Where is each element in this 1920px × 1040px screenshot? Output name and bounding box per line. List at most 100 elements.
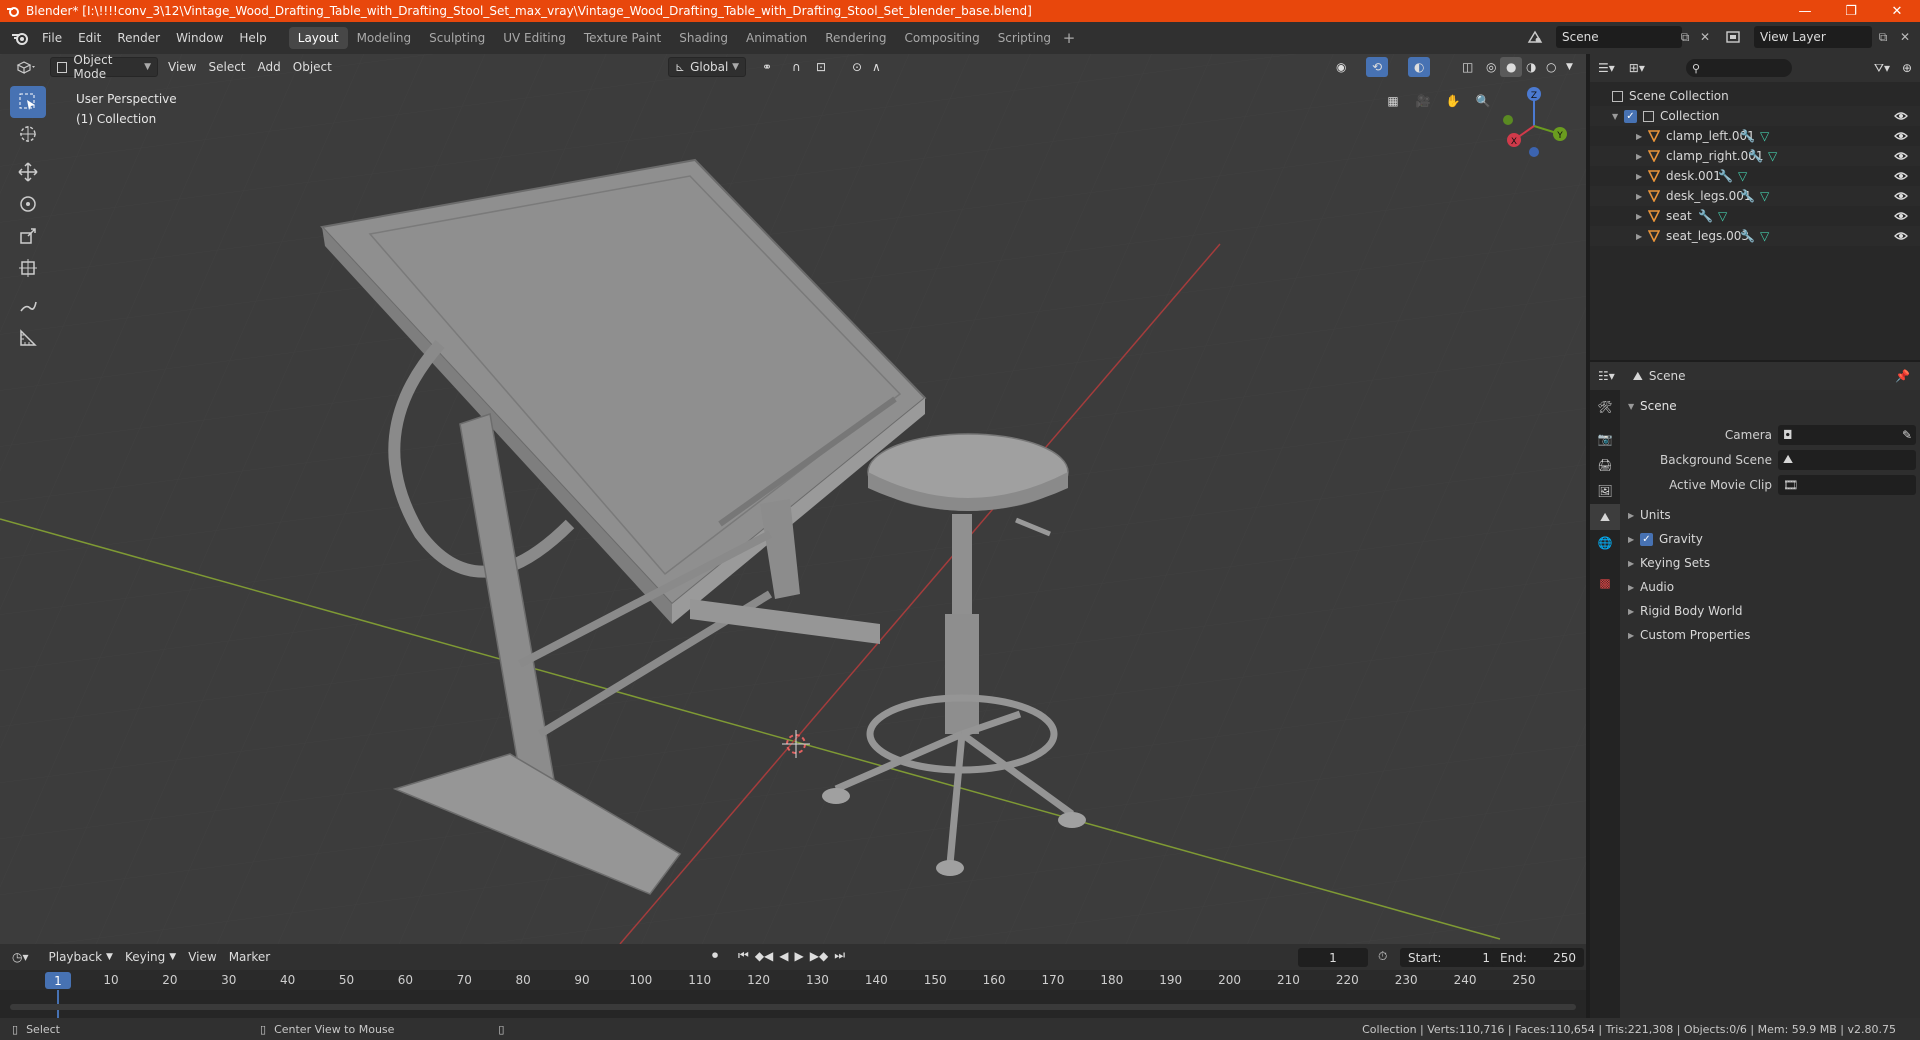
view-layer-browse-button[interactable] [1722, 26, 1744, 48]
delete-scene-button[interactable]: ✕ [1694, 26, 1716, 48]
visibility-button[interactable]: ◉ [1330, 57, 1352, 77]
next-keyframe-button[interactable]: ▶◆ [810, 949, 828, 963]
menu-help[interactable]: Help [231, 22, 274, 54]
scene-section-header[interactable]: ▼ Scene [1620, 394, 1920, 418]
viewport-menu-select[interactable]: Select [202, 57, 251, 77]
units-panel-header[interactable]: ▶ Units [1620, 503, 1920, 527]
toggle-perspective-button[interactable]: ▦ [1380, 88, 1406, 114]
overlays-toggle[interactable]: ◐ [1408, 57, 1431, 77]
outliner-collection[interactable]: ▼ ✓ Collection [1590, 106, 1920, 126]
custom-properties-panel-header[interactable]: ▶ Custom Properties [1620, 623, 1920, 647]
rigid-body-world-panel-header[interactable]: ▶ Rigid Body World [1620, 599, 1920, 623]
menu-window[interactable]: Window [168, 22, 231, 54]
tab-animation[interactable]: Animation [737, 27, 816, 49]
snap-toggle[interactable]: ∩ [786, 57, 807, 77]
eye-icon[interactable] [1894, 189, 1908, 203]
3d-viewport[interactable]: Object Mode ▼ View Select Add Object ⊾ G… [0, 54, 1586, 944]
outliner-search-input[interactable]: ⚲ [1686, 59, 1792, 77]
tab-tool[interactable]: 🛠 [1590, 394, 1620, 420]
end-frame-field[interactable]: End: 250 [1492, 948, 1584, 967]
tab-render[interactable]: 📷 [1590, 426, 1620, 452]
timeline-scrollbar[interactable] [10, 1004, 1576, 1010]
blender-logo-menu[interactable] [6, 26, 34, 50]
tab-output[interactable]: 🖨 [1590, 452, 1620, 478]
audio-panel-header[interactable]: ▶ Audio [1620, 575, 1920, 599]
scene-name-field[interactable]: Scene [1556, 26, 1682, 48]
mode-dropdown[interactable]: Object Mode ▼ [50, 54, 158, 81]
tab-sculpting[interactable]: Sculpting [420, 27, 494, 49]
tab-view-layer[interactable]: 🖼 [1590, 478, 1620, 504]
jump-start-button[interactable]: ⏮ [738, 948, 749, 963]
eye-icon[interactable] [1894, 169, 1908, 183]
scene-browse-button[interactable] [1524, 26, 1546, 48]
eye-icon[interactable] [1894, 109, 1908, 123]
display-mode-dropdown[interactable]: ⊞▾ [1629, 61, 1645, 75]
tab-world[interactable]: 🌐 [1590, 530, 1620, 556]
tab-texture[interactable]: ▩ [1590, 570, 1620, 596]
current-frame-field[interactable]: 1 [1298, 948, 1368, 967]
xray-toggle[interactable]: ◫ [1456, 57, 1479, 77]
eyedropper-icon[interactable]: ✎ [1902, 428, 1912, 442]
tab-modeling[interactable]: Modeling [348, 27, 421, 49]
tab-scene[interactable]: ⛰ [1590, 504, 1620, 530]
viewport-menu-add[interactable]: Add [252, 57, 287, 77]
transform-tool[interactable] [10, 252, 46, 284]
play-reverse-button[interactable]: ◀ [779, 949, 788, 963]
gizmo-toggle[interactable]: ⟲ [1366, 57, 1389, 77]
new-collection-button[interactable]: ⊕ [1902, 61, 1912, 75]
collection-checkbox[interactable]: ✓ [1624, 109, 1637, 123]
close-button[interactable]: ✕ [1874, 0, 1920, 22]
proportional-edit-toggle[interactable]: ⊙ [846, 57, 868, 77]
timeline-menu-view[interactable]: View [182, 947, 222, 967]
timeline-menu-playback[interactable]: Playback ▼ [43, 947, 119, 967]
camera-view-button[interactable]: 🎥 [1410, 88, 1436, 114]
zoom-view-button[interactable]: 🔍 [1470, 88, 1496, 114]
timeline-ruler[interactable]: 1 10 20 30 40 50 60 70 80 90 100 110 120 130 140 150 160… [0, 970, 1586, 990]
scale-tool[interactable] [10, 220, 46, 252]
tab-shading[interactable]: Shading [670, 27, 737, 49]
menu-edit[interactable]: Edit [70, 22, 109, 54]
minimize-button[interactable]: — [1782, 0, 1828, 22]
falloff-button[interactable]: ∧ [866, 57, 887, 77]
outliner-object-row[interactable]: ▶ clamp_right.001 🔧 ▽ [1590, 146, 1920, 166]
viewport-menu-object[interactable]: Object [287, 57, 338, 77]
outliner-editor-type[interactable]: ☰▾ [1598, 61, 1615, 75]
pan-view-button[interactable]: ✋ [1440, 88, 1466, 114]
start-frame-field[interactable]: Start: 1 [1400, 948, 1498, 967]
outliner-object-row[interactable]: ▶ seat 🔧 ▽ [1590, 206, 1920, 226]
timeline-track-area[interactable] [0, 990, 1586, 1018]
new-scene-button[interactable]: ⧉ [1674, 26, 1696, 48]
viewport-menu-view[interactable]: View [162, 57, 202, 77]
filter-button[interactable]: ⛛▾ [1874, 61, 1890, 76]
navigation-gizmo[interactable]: Z Y X [1494, 84, 1574, 164]
camera-field[interactable]: ◘ ✎ [1778, 424, 1916, 445]
current-frame-marker[interactable]: 1 [45, 972, 71, 989]
play-button[interactable]: ▶ [795, 949, 804, 963]
shading-options[interactable]: ▼ [1560, 57, 1579, 77]
annotate-tool[interactable] [10, 290, 46, 322]
record-button[interactable]: ⏺ [712, 948, 718, 963]
eye-icon[interactable] [1894, 129, 1908, 143]
outliner-object-row[interactable]: ▶ desk_legs.001 🔧 ▽ [1590, 186, 1920, 206]
gravity-checkbox[interactable]: ✓ [1640, 532, 1653, 546]
snap-target-button[interactable]: ⊡ [810, 57, 832, 77]
menu-file[interactable]: File [34, 22, 70, 54]
tab-scripting[interactable]: Scripting [989, 27, 1060, 49]
tab-layout[interactable]: Layout [288, 27, 348, 49]
timeline-menu-keying[interactable]: Keying ▼ [119, 947, 182, 967]
select-box-tool[interactable] [10, 86, 46, 118]
restore-button[interactable]: ❐ [1828, 0, 1874, 22]
gravity-panel-header[interactable]: ▶ ✓ Gravity [1620, 527, 1920, 551]
pivot-point-button[interactable]: ⚭ [756, 57, 778, 77]
menu-render[interactable]: Render [109, 22, 168, 54]
timeline-editor-type[interactable]: ◷▾ [12, 950, 29, 964]
background-scene-field[interactable]: ⛰ [1778, 449, 1916, 470]
move-tool[interactable] [10, 156, 46, 188]
outliner-object-row[interactable]: ▶ clamp_left.001 🔧 ▽ [1590, 126, 1920, 146]
rotate-tool[interactable] [10, 188, 46, 220]
new-view-layer-button[interactable]: ⧉ [1872, 26, 1894, 48]
eye-icon[interactable] [1894, 209, 1908, 223]
outliner-object-row[interactable]: ▶ seat_legs.003 🔧 ▽ [1590, 226, 1920, 246]
delete-view-layer-button[interactable]: ✕ [1894, 26, 1916, 48]
jump-end-button[interactable]: ⏭ [834, 948, 845, 963]
